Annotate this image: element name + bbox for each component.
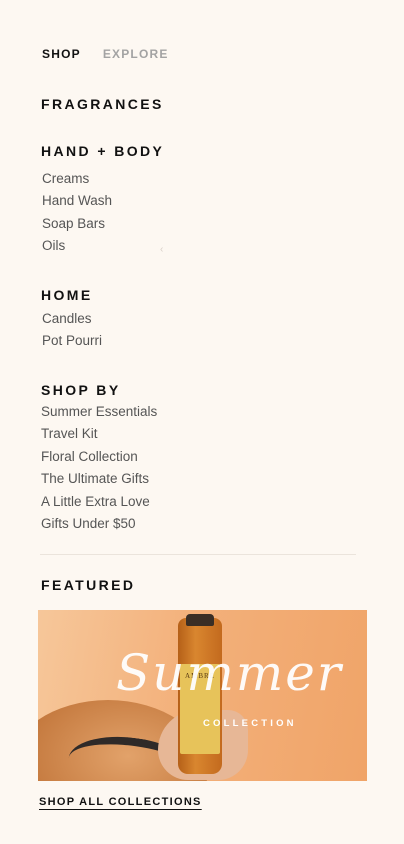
section-fragrances[interactable]: FRAGRANCES [41, 96, 164, 112]
menu-item-floral-collection[interactable]: Floral Collection [41, 446, 157, 468]
section-hand-body[interactable]: HAND + BODY [41, 143, 164, 159]
hand-body-list: Creams Hand Wash Soap Bars Oils [42, 168, 112, 258]
menu-tabs: SHOP EXPLORE [42, 47, 169, 61]
shop-all-collections-link[interactable]: SHOP ALL COLLECTIONS [39, 796, 202, 808]
menu-item-soap-bars[interactable]: Soap Bars [42, 213, 112, 235]
menu-item-ultimate-gifts[interactable]: The Ultimate Gifts [41, 468, 157, 490]
menu-item-hand-wash[interactable]: Hand Wash [42, 190, 112, 212]
banner-script-title: Summer [116, 644, 343, 702]
menu-item-pot-pourri[interactable]: Pot Pourri [42, 330, 102, 352]
banner-subtitle: COLLECTION [203, 718, 297, 729]
chevron-left-icon: ‹ [160, 244, 164, 255]
tab-shop[interactable]: SHOP [42, 47, 81, 61]
featured-title: FEATURED [41, 577, 136, 593]
tab-explore[interactable]: EXPLORE [103, 47, 169, 61]
divider [40, 554, 356, 555]
menu-item-oils[interactable]: Oils [42, 235, 112, 257]
menu-item-little-extra-love[interactable]: A Little Extra Love [41, 491, 157, 513]
section-shop-by[interactable]: SHOP BY [41, 382, 121, 398]
menu-item-gifts-under-50[interactable]: Gifts Under $50 [41, 513, 157, 535]
menu-item-creams[interactable]: Creams [42, 168, 112, 190]
home-list: Candles Pot Pourri [42, 308, 102, 353]
shop-by-list: Summer Essentials Travel Kit Floral Coll… [41, 401, 157, 535]
menu-item-candles[interactable]: Candles [42, 308, 102, 330]
featured-banner[interactable]: AMBRE Summer COLLECTION [38, 610, 367, 781]
section-home[interactable]: HOME [41, 287, 93, 303]
bottle-cap-graphic [186, 614, 214, 626]
menu-item-travel-kit[interactable]: Travel Kit [41, 423, 157, 445]
menu-item-summer-essentials[interactable]: Summer Essentials [41, 401, 157, 423]
